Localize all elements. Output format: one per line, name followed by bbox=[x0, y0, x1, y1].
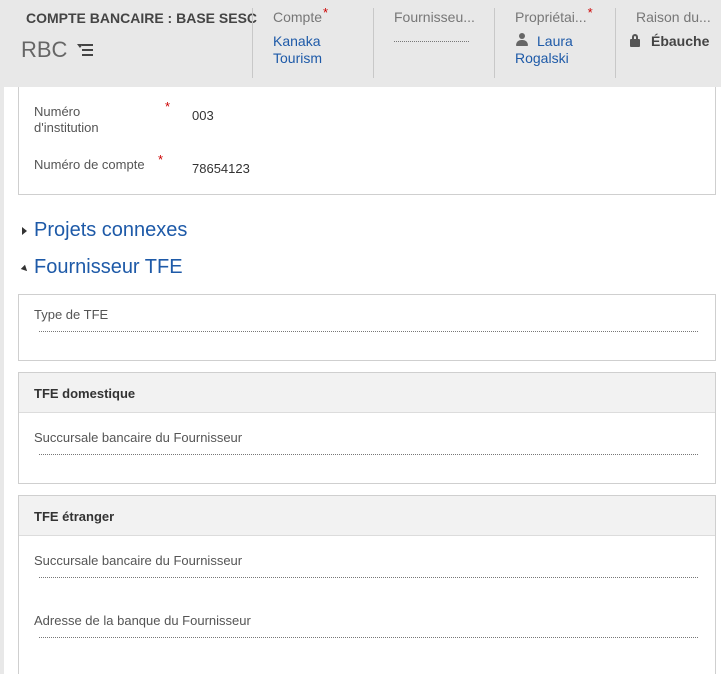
left-scroll-gutter bbox=[0, 87, 4, 674]
user-icon bbox=[515, 33, 529, 47]
owner-link[interactable]: Laura Rogalski bbox=[515, 33, 595, 67]
header-field-supplier-label: Fournisseu... bbox=[394, 9, 475, 25]
form-selector-menu-icon[interactable] bbox=[77, 43, 94, 57]
domestic-eft-title: TFE domestique bbox=[34, 386, 136, 401]
foreign-eft-box: TFE étranger Succursale bancaire du Four… bbox=[18, 495, 716, 674]
header-field-account-label: Compte bbox=[273, 9, 323, 25]
institution-number-label: Numéro d'institution bbox=[34, 104, 99, 135]
header-field-owner-label: Propriétai... bbox=[515, 9, 587, 25]
collapse-caret-icon bbox=[20, 264, 30, 274]
expand-caret-icon bbox=[22, 226, 27, 235]
related-projects-title: Projets connexes bbox=[34, 219, 188, 241]
record-name: RBC bbox=[21, 37, 94, 63]
foreign-bank-address-field[interactable] bbox=[39, 637, 698, 638]
status-reason-value: Ébauche bbox=[630, 33, 709, 49]
eft-type-box: Type de TFE bbox=[18, 294, 716, 361]
header-field-supplier: Fournisseu... bbox=[373, 8, 494, 78]
account-link[interactable]: Kanaka Tourism bbox=[273, 33, 343, 67]
domestic-eft-box: TFE domestique Succursale bancaire du Fo… bbox=[18, 372, 716, 484]
status-reason-text: Ébauche bbox=[651, 33, 710, 49]
institution-number-field[interactable]: 003 bbox=[192, 108, 214, 123]
eft-supplier-title: Fournisseur TFE bbox=[34, 256, 183, 278]
required-indicator: * bbox=[158, 152, 164, 167]
entity-type-label: COMPTE BANCAIRE : BASE SESC bbox=[26, 10, 258, 26]
eft-supplier-section-toggle[interactable]: Fournisseur TFE bbox=[20, 256, 183, 279]
account-number-field[interactable]: 78654123 bbox=[192, 161, 250, 176]
bank-details-section: Numéro d'institution * 003 Numéro de com… bbox=[18, 87, 716, 195]
foreign-eft-header: TFE étranger bbox=[19, 496, 715, 536]
related-projects-section-toggle[interactable]: Projets connexes bbox=[22, 219, 187, 242]
lock-icon bbox=[630, 33, 640, 47]
header-field-account: Compte* Kanaka Tourism bbox=[252, 5, 373, 78]
domestic-branch-field[interactable] bbox=[39, 454, 698, 455]
domestic-branch-label: Succursale bancaire du Fournisseur bbox=[34, 430, 243, 445]
foreign-branch-field[interactable] bbox=[39, 577, 698, 578]
record-name-text: RBC bbox=[21, 37, 68, 62]
required-indicator: * bbox=[165, 99, 171, 114]
foreign-bank-address-label: Adresse de la banque du Fournisseur bbox=[34, 613, 251, 628]
eft-type-label: Type de TFE bbox=[34, 307, 109, 322]
foreign-branch-label: Succursale bancaire du Fournisseur bbox=[34, 553, 243, 568]
header-field-status-reason-label: Raison du... bbox=[636, 9, 711, 25]
foreign-eft-title: TFE étranger bbox=[34, 509, 115, 524]
record-header: COMPTE BANCAIRE : BASE SESC RBC Compte* … bbox=[0, 0, 721, 87]
header-field-status-reason: Raison du... Ébauche bbox=[615, 8, 721, 78]
required-indicator: * bbox=[323, 5, 329, 20]
supplier-empty-value[interactable] bbox=[394, 41, 469, 42]
header-field-owner: Propriétai...* Laura Rogalski bbox=[494, 5, 615, 78]
eft-type-field[interactable] bbox=[39, 331, 698, 332]
domestic-eft-header: TFE domestique bbox=[19, 373, 715, 413]
required-indicator: * bbox=[587, 5, 593, 20]
account-number-label: Numéro de compte bbox=[34, 157, 145, 172]
